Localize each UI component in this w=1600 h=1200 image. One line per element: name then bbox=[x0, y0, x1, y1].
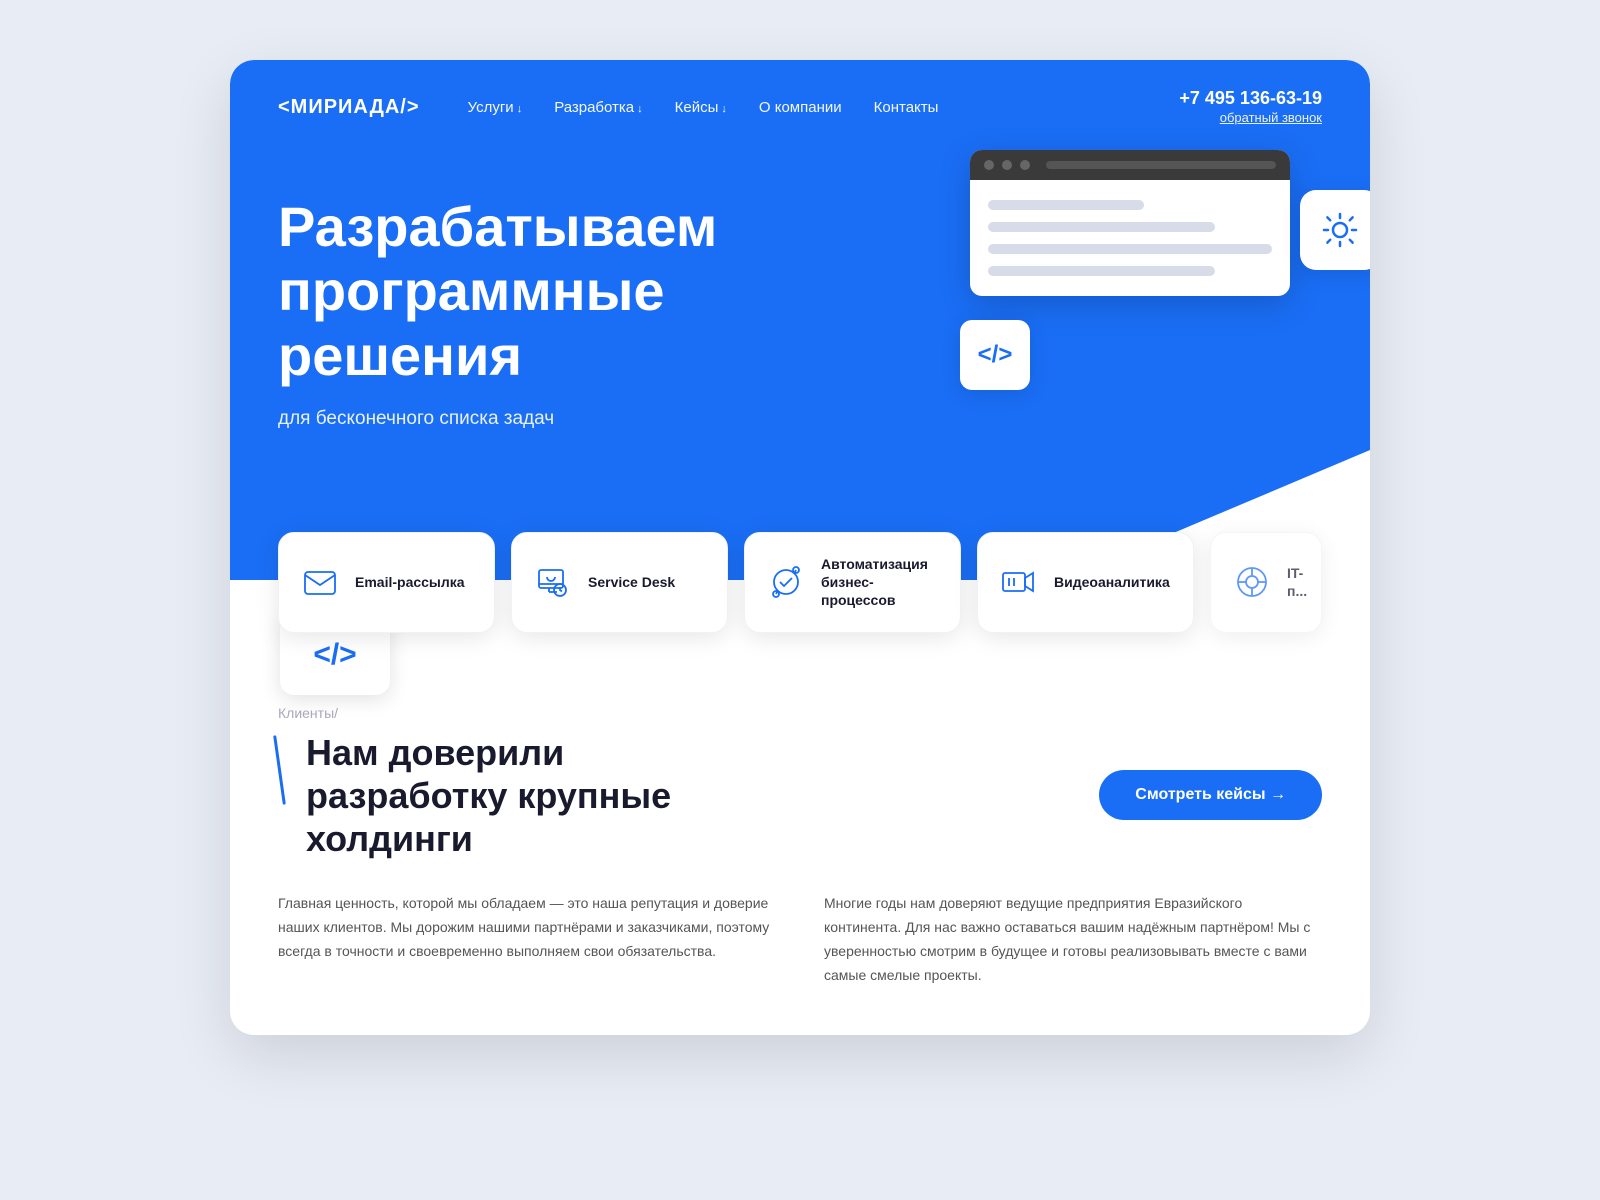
browser-dot-1 bbox=[984, 160, 994, 170]
navigation: <МИРИАДА/> Услуги↓ Разработка↓ Кейсы↓ О … bbox=[230, 60, 1370, 155]
nav-about[interactable]: О компании bbox=[759, 99, 842, 116]
browser-body bbox=[970, 180, 1290, 296]
gear-floating-icon bbox=[1300, 190, 1370, 270]
phone-number[interactable]: +7 495 136-63-19 bbox=[1179, 88, 1322, 109]
hero-title: Разрабатываем программные решения bbox=[278, 195, 838, 388]
browser-bar bbox=[970, 150, 1290, 180]
service-card-it[interactable]: IT-п... bbox=[1210, 532, 1322, 633]
servicedesk-icon bbox=[532, 561, 574, 603]
service-label-automation: Автоматизация бизнес-процессов bbox=[821, 555, 940, 610]
view-cases-button[interactable]: Смотреть кейсы → bbox=[1099, 770, 1322, 820]
hero-section: <МИРИАДА/> Услуги↓ Разработка↓ Кейсы↓ О … bbox=[230, 60, 1370, 580]
service-card-video[interactable]: Видеоаналитика bbox=[977, 532, 1194, 633]
browser-line-4 bbox=[988, 266, 1215, 276]
clients-text-col1: Главная ценность, которой мы обладаем — … bbox=[278, 892, 776, 987]
nav-dev[interactable]: Разработка↓ bbox=[554, 99, 642, 116]
service-card-email[interactable]: Email-рассылка bbox=[278, 532, 495, 633]
nav-contact: +7 495 136-63-19 обратный звонок bbox=[1179, 88, 1322, 127]
nav-links: Услуги↓ Разработка↓ Кейсы↓ О компании Ко… bbox=[468, 99, 1180, 116]
automation-icon bbox=[765, 561, 807, 603]
service-label-it: IT-п... bbox=[1287, 564, 1307, 600]
nav-contacts[interactable]: Контакты bbox=[874, 99, 939, 116]
nav-services[interactable]: Услуги↓ bbox=[468, 99, 523, 116]
browser-dot-2 bbox=[1002, 160, 1012, 170]
hero-subtitle: для бесконечного списка задач bbox=[278, 408, 678, 430]
service-label-email: Email-рассылка bbox=[355, 573, 465, 591]
browser-line-1 bbox=[988, 200, 1144, 210]
browser-line-3 bbox=[988, 244, 1272, 254]
clients-title: Нам доверили разработку крупные холдинги bbox=[278, 731, 738, 861]
browser-dot-3 bbox=[1020, 160, 1030, 170]
clients-text-col2: Многие годы нам доверяют ведущие предпри… bbox=[824, 892, 1322, 987]
browser-mockup bbox=[970, 150, 1290, 296]
service-card-automation[interactable]: Автоматизация бизнес-процессов bbox=[744, 532, 961, 633]
service-label-servicedesk: Service Desk bbox=[588, 573, 675, 591]
service-card-servicedesk[interactable]: Service Desk bbox=[511, 532, 728, 633]
logo[interactable]: <МИРИАДА/> bbox=[278, 96, 420, 119]
clients-section: Клиенты/ Нам доверили разработку крупные… bbox=[230, 633, 1370, 1036]
it-icon bbox=[1231, 561, 1273, 603]
section-label: Клиенты/ bbox=[278, 705, 1322, 721]
callback-link[interactable]: обратный звонок bbox=[1220, 110, 1322, 125]
page-wrapper: <МИРИАДА/> Услуги↓ Разработка↓ Кейсы↓ О … bbox=[230, 60, 1370, 1035]
clients-text-row: Главная ценность, которой мы обладаем — … bbox=[278, 892, 1322, 987]
services-strip: Email-рассылка Service Desk bbox=[230, 532, 1370, 633]
service-label-video: Видеоаналитика bbox=[1054, 573, 1170, 591]
email-icon bbox=[299, 561, 341, 603]
video-icon bbox=[998, 561, 1040, 603]
nav-cases[interactable]: Кейсы↓ bbox=[675, 99, 727, 116]
clients-header: Нам доверили разработку крупные холдинги… bbox=[278, 731, 1322, 861]
browser-url-bar bbox=[1046, 161, 1276, 169]
browser-line-2 bbox=[988, 222, 1215, 232]
code-tag-hero: </> bbox=[960, 320, 1030, 390]
